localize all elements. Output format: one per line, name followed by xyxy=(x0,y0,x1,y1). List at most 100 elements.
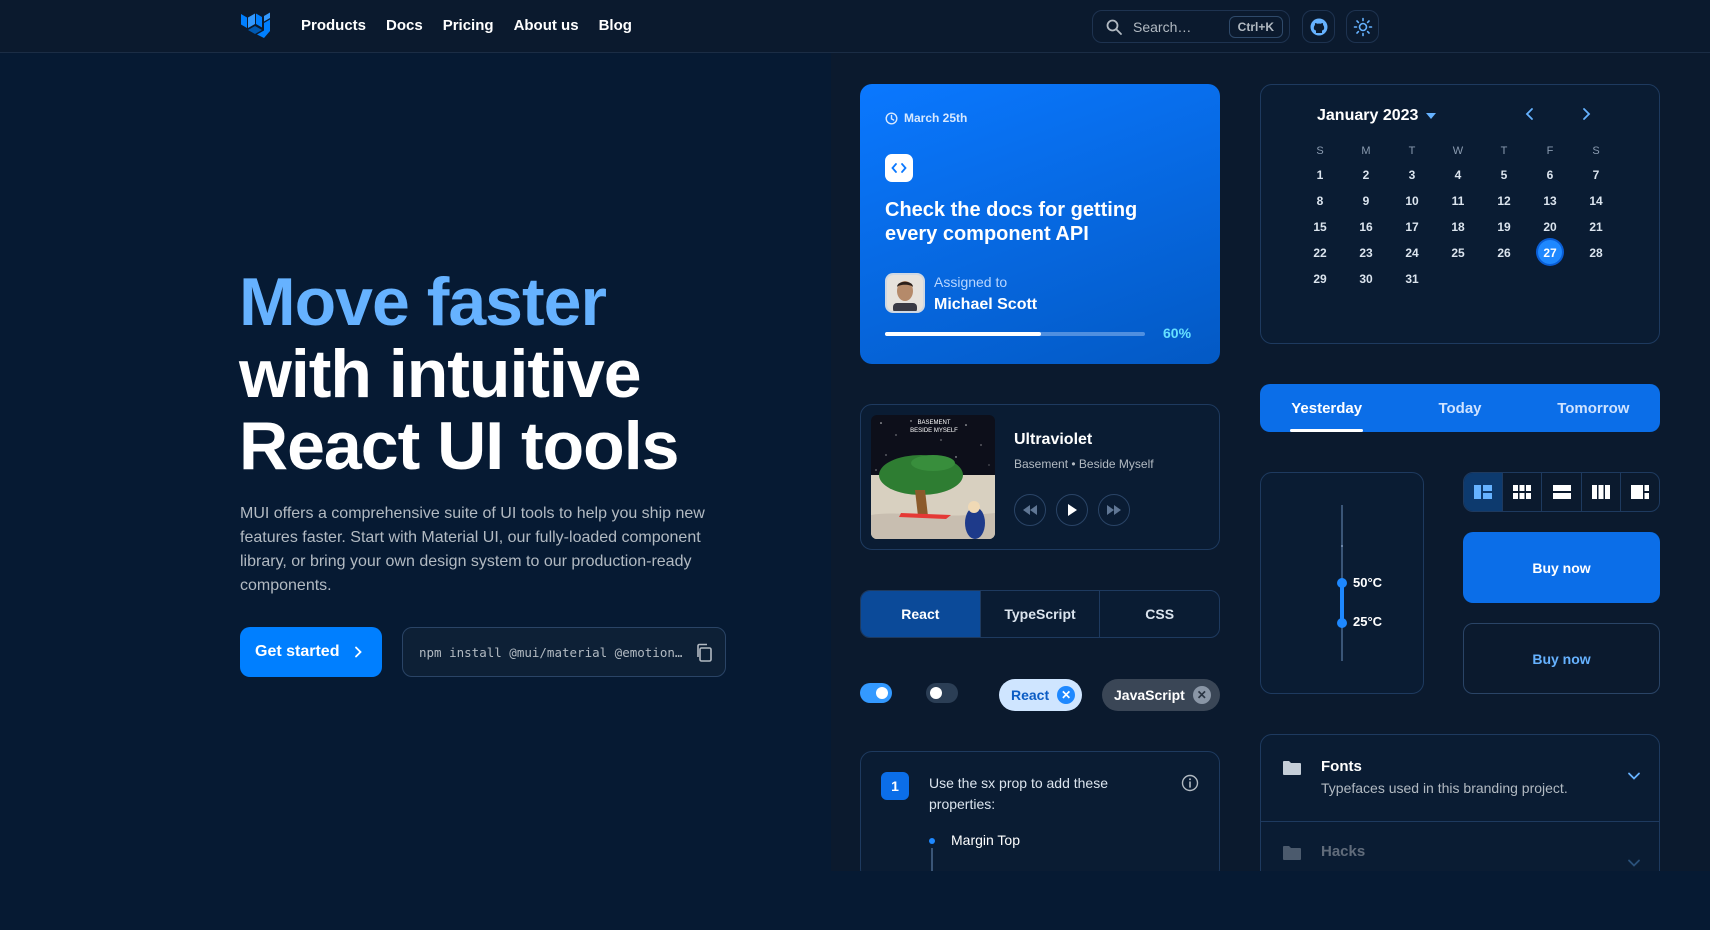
search-button[interactable]: Search… Ctrl+K xyxy=(1092,10,1290,43)
hero-title-line-3: React UI tools xyxy=(239,408,679,484)
github-button[interactable] xyxy=(1302,10,1335,43)
info-icon[interactable] xyxy=(1181,774,1199,792)
calendar-day[interactable]: 7 xyxy=(1573,165,1619,185)
weekday-label: T xyxy=(1500,145,1508,157)
nav-docs[interactable]: Docs xyxy=(386,17,423,34)
calendar-day[interactable]: 19 xyxy=(1481,217,1527,237)
calendar-day[interactable]: 4 xyxy=(1435,165,1481,185)
calendar-day[interactable]: 24 xyxy=(1389,243,1435,263)
hero-description: MUI offers a comprehensive suite of UI t… xyxy=(240,505,705,594)
calendar-month-selector[interactable]: January 2023 xyxy=(1317,107,1437,125)
prev-month-icon[interactable] xyxy=(1523,107,1537,121)
code-icon xyxy=(885,154,913,182)
calendar-day[interactable]: 8 xyxy=(1297,191,1343,211)
calendar-day[interactable]: 3 xyxy=(1389,165,1435,185)
nav-pricing[interactable]: Pricing xyxy=(443,17,494,34)
hero-title-line-2: with intuitive xyxy=(239,336,642,412)
temperature-slider-card: 50°C 25°C xyxy=(1260,472,1424,694)
calendar-day[interactable]: 11 xyxy=(1435,191,1481,211)
tab-today[interactable]: Today xyxy=(1393,384,1526,432)
next-month-icon[interactable] xyxy=(1579,107,1593,121)
calendar-day[interactable]: 30 xyxy=(1343,269,1389,289)
calendar-day[interactable]: 1 xyxy=(1297,165,1343,185)
calendar-day[interactable]: 14 xyxy=(1573,191,1619,211)
calendar-day[interactable]: 16 xyxy=(1343,217,1389,237)
calendar-day[interactable]: 18 xyxy=(1435,217,1481,237)
calendar-day[interactable]: 20 xyxy=(1527,217,1573,237)
toggle-react[interactable]: React xyxy=(861,591,981,637)
calendar-day[interactable]: 21 xyxy=(1573,217,1619,237)
slider-thumb-high[interactable] xyxy=(1337,578,1347,588)
chip-delete-icon[interactable]: ✕ xyxy=(1057,686,1076,704)
calendar-day[interactable]: 2 xyxy=(1343,165,1389,185)
mui-logo-icon[interactable] xyxy=(240,12,272,40)
view-week-icon xyxy=(1591,485,1610,499)
calendar-day[interactable]: 26 xyxy=(1481,243,1527,263)
calendar-day-number: 2 xyxy=(1362,168,1370,182)
play-button[interactable] xyxy=(1056,494,1088,526)
chip-javascript-label: JavaScript xyxy=(1114,687,1185,703)
caret-down-icon xyxy=(1426,113,1437,119)
page-bottom-band xyxy=(0,871,1710,930)
calendar-day[interactable]: 25 xyxy=(1435,243,1481,263)
calendar-day[interactable]: 23 xyxy=(1343,243,1389,263)
toggle-typescript[interactable]: TypeScript xyxy=(981,591,1101,637)
chip-delete-icon[interactable]: ✕ xyxy=(1192,686,1211,704)
theme-toggle-button[interactable] xyxy=(1346,10,1379,43)
accordion-item-fonts[interactable]: Fonts Typefaces used in this branding pr… xyxy=(1261,735,1659,821)
calendar-day[interactable]: 22 xyxy=(1297,243,1343,263)
assigned-label: Assigned to xyxy=(934,274,1008,290)
calendar-day[interactable]: 12 xyxy=(1481,191,1527,211)
tab-yesterday[interactable]: Yesterday xyxy=(1260,384,1393,432)
nav-about-us[interactable]: About us xyxy=(514,17,579,34)
calendar-day[interactable]: 9 xyxy=(1343,191,1389,211)
view-week-button[interactable] xyxy=(1582,473,1621,511)
buy-now-contained-button[interactable]: Buy now xyxy=(1463,532,1660,603)
fast-forward-button[interactable] xyxy=(1098,494,1130,526)
install-command-field[interactable]: npm install @mui/material @emotion… xyxy=(402,627,726,677)
switch-knob xyxy=(930,687,942,699)
calendar-day[interactable]: 28 xyxy=(1573,243,1619,263)
calendar-day-number: 12 xyxy=(1497,194,1511,208)
calendar-day[interactable]: 17 xyxy=(1389,217,1435,237)
copy-icon[interactable] xyxy=(695,643,713,663)
slider-thumb-low[interactable] xyxy=(1337,618,1347,628)
calendar-day-selected[interactable]: 27 xyxy=(1527,240,1573,264)
calendar-day[interactable]: 29 xyxy=(1297,269,1343,289)
view-agenda-button[interactable] xyxy=(1542,473,1582,511)
nav-products[interactable]: Products xyxy=(301,17,366,34)
calendar-day[interactable]: 6 xyxy=(1527,165,1573,185)
toggle-css[interactable]: CSS xyxy=(1100,591,1219,637)
calendar-day[interactable]: 15 xyxy=(1297,217,1343,237)
switch-on[interactable] xyxy=(860,683,892,703)
hero-title: Move faster with intuitive React UI tool… xyxy=(239,266,799,482)
calendar-day[interactable]: 10 xyxy=(1389,191,1435,211)
calendar-day-number: 30 xyxy=(1359,272,1373,286)
calendar-day-number: 16 xyxy=(1359,220,1373,234)
expand-more-icon xyxy=(1628,772,1640,780)
chip-javascript[interactable]: JavaScript ✕ xyxy=(1102,679,1220,711)
nav-blog[interactable]: Blog xyxy=(599,17,632,34)
switch-off[interactable] xyxy=(926,683,958,703)
view-quilt-button[interactable] xyxy=(1464,473,1504,511)
view-module-button[interactable] xyxy=(1503,473,1543,511)
accordion-title: Hacks xyxy=(1321,843,1366,860)
calendar-day-number: 18 xyxy=(1451,220,1465,234)
calendar-day-number: 28 xyxy=(1589,246,1603,260)
song-title: Ultraviolet xyxy=(1014,431,1093,448)
rewind-button[interactable] xyxy=(1014,494,1046,526)
calendar-day[interactable]: 13 xyxy=(1527,191,1573,211)
get-started-button[interactable]: Get started xyxy=(240,627,382,677)
task-progress-percent: 60% xyxy=(1163,325,1192,341)
album-cover-text: BASEMENT BESIDE MYSELF xyxy=(910,420,958,434)
date-calendar: January 2023 S M T W T F S 1 2 3 4 5 6 7 8 9 10 11 12 13 14 1… xyxy=(1260,84,1660,344)
chip-react[interactable]: React ✕ xyxy=(999,679,1082,711)
weekday-label: F xyxy=(1546,145,1554,157)
slider-track xyxy=(1340,583,1344,623)
buy-now-outlined-button[interactable]: Buy now xyxy=(1463,623,1660,694)
calendar-day[interactable]: 5 xyxy=(1481,165,1527,185)
view-sidebar-button[interactable] xyxy=(1621,473,1659,511)
folder-icon xyxy=(1283,761,1301,775)
calendar-day[interactable]: 31 xyxy=(1389,269,1435,289)
tab-tomorrow[interactable]: Tomorrow xyxy=(1527,384,1660,432)
